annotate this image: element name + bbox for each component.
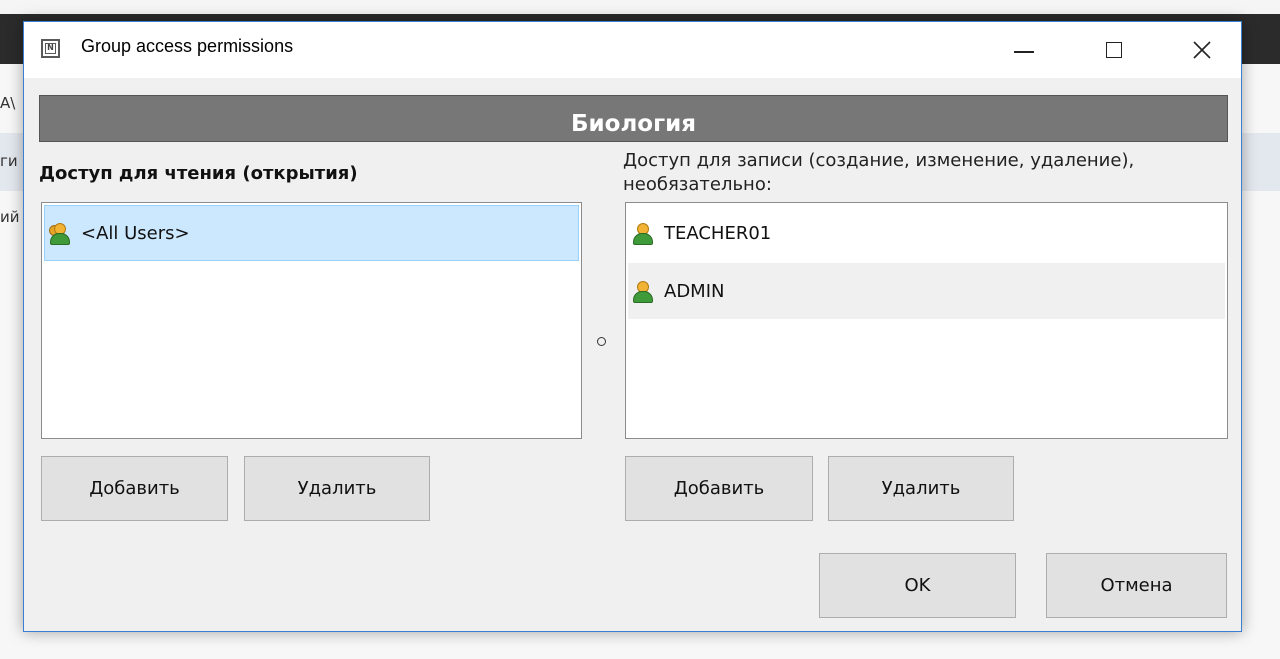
read-add-button[interactable]: Добавить	[41, 456, 228, 521]
user-icon	[632, 280, 653, 303]
read-remove-button[interactable]: Удалить	[244, 456, 430, 521]
background-text-fragment: ги	[0, 152, 18, 170]
minimize-icon	[1014, 51, 1034, 53]
background-text-fragment: A\	[0, 94, 16, 112]
radio-indicator-icon	[597, 337, 606, 346]
list-item-label: <All Users>	[81, 222, 190, 244]
close-button[interactable]	[1170, 22, 1234, 78]
group-name-header: Биология	[39, 95, 1228, 142]
background-text-fragment: ий	[0, 208, 20, 226]
cancel-button[interactable]: Отмена	[1046, 553, 1227, 618]
minimize-button[interactable]	[992, 22, 1056, 78]
maximize-button[interactable]	[1082, 22, 1146, 78]
list-item-label: TEACHER01	[664, 222, 772, 244]
app-icon: N	[41, 39, 60, 58]
list-item[interactable]: TEACHER01	[628, 205, 1225, 261]
read-access-list[interactable]: <All Users>	[41, 202, 582, 439]
write-access-list[interactable]: TEACHER01 ADMIN	[625, 202, 1228, 439]
close-icon	[1193, 41, 1211, 59]
maximize-icon	[1106, 42, 1122, 58]
group-name: Биология	[571, 111, 696, 137]
list-item[interactable]: ADMIN	[628, 263, 1225, 319]
window-title: Group access permissions	[81, 36, 294, 56]
read-access-label: Доступ для чтения (открытия)	[39, 163, 358, 184]
group-access-permissions-dialog: N Group access permissions Биология Дост…	[23, 21, 1242, 632]
list-item-label: ADMIN	[664, 280, 725, 302]
title-bar[interactable]: N Group access permissions	[24, 22, 1241, 78]
user-group-icon	[49, 222, 70, 245]
ok-button[interactable]: OK	[819, 553, 1016, 618]
write-remove-button[interactable]: Удалить	[828, 456, 1014, 521]
list-item[interactable]: <All Users>	[44, 205, 579, 261]
write-access-label: Доступ для записи (создание, изменение, …	[623, 150, 1135, 191]
user-icon	[632, 222, 653, 245]
write-add-button[interactable]: Добавить	[625, 456, 813, 521]
